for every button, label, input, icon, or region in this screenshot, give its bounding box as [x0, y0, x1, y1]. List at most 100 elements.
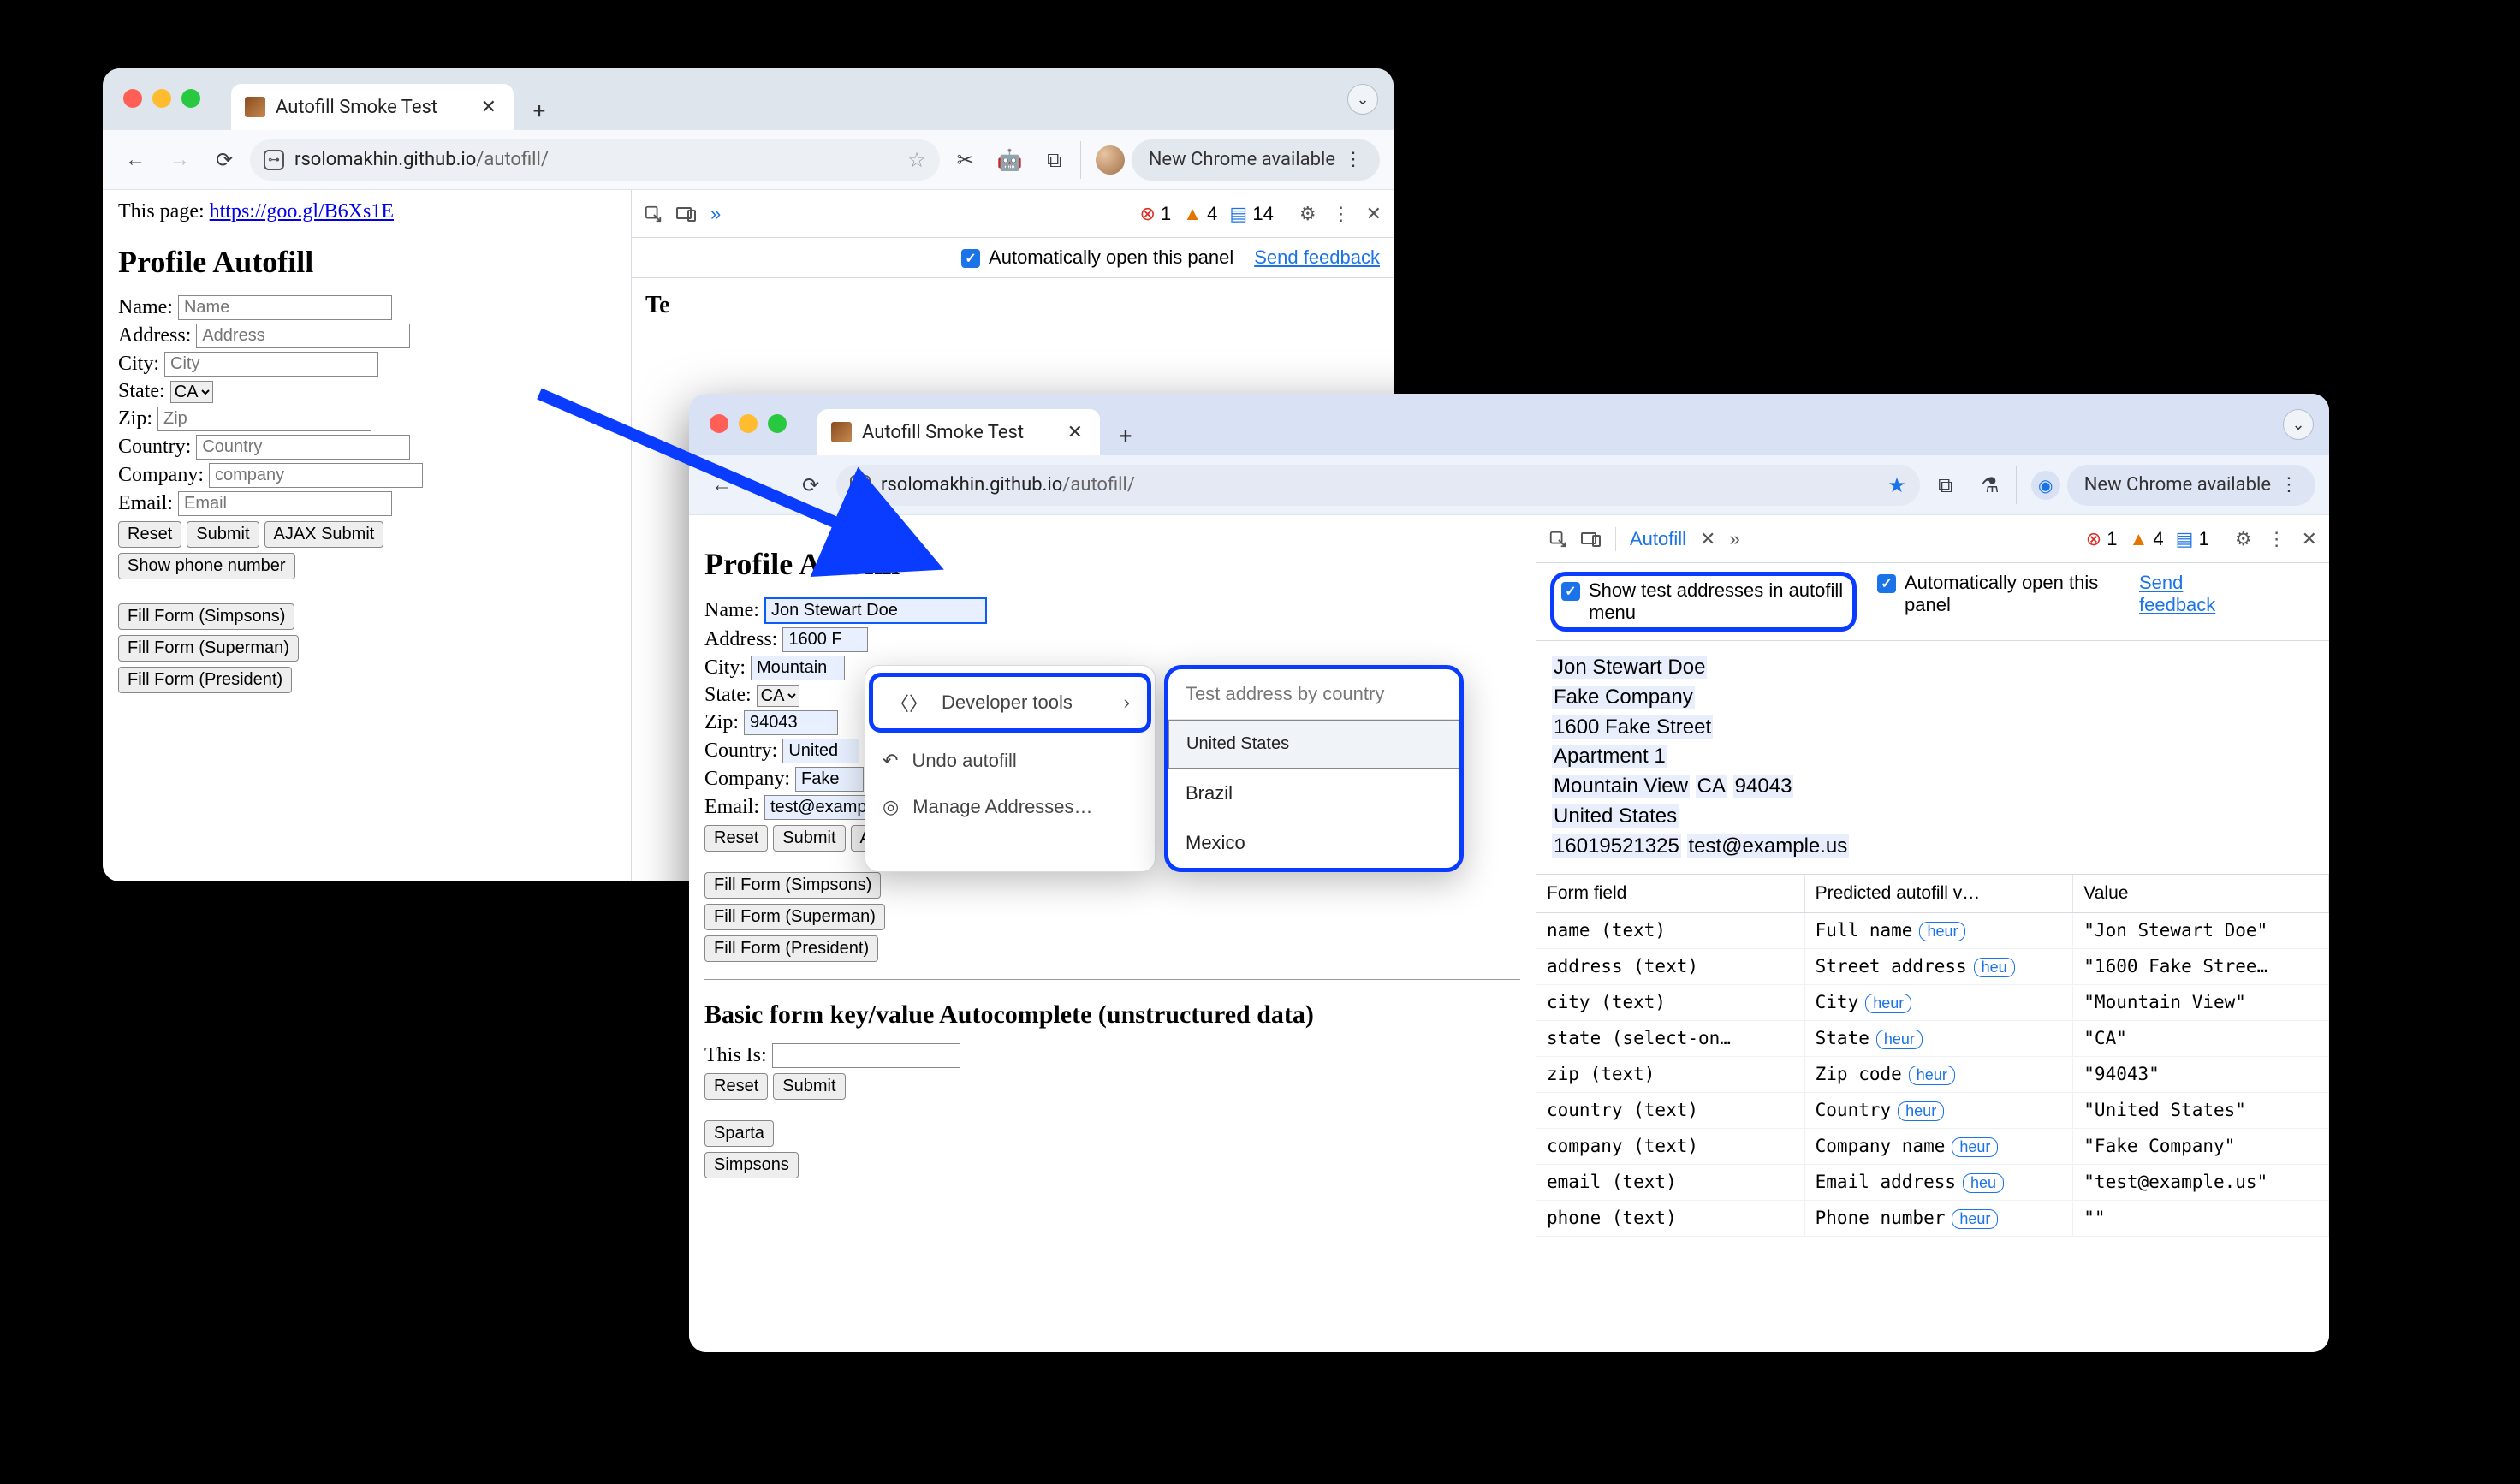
error-count[interactable]: ⊗ 1 — [1139, 203, 1171, 225]
back-button[interactable]: ← — [703, 466, 740, 504]
inspect-icon[interactable] — [1548, 530, 1567, 549]
tab-overflow-button[interactable]: ⌄ — [1347, 84, 1378, 115]
tab-overflow-button[interactable]: ⌄ — [2283, 409, 2314, 440]
fill-simpsons-button[interactable]: Fill Form (Simpsons) — [704, 872, 881, 899]
fill-president-button[interactable]: Fill Form (President) — [118, 667, 292, 693]
table-row[interactable]: address (text)Street addressheu"1600 Fak… — [1536, 949, 2329, 985]
bookmark-star-icon[interactable]: ☆ — [907, 148, 926, 172]
close-window-button[interactable] — [123, 89, 142, 108]
send-feedback-link[interactable]: Send feedback — [1254, 246, 1380, 269]
robot-icon[interactable]: 🤖 — [991, 141, 1029, 179]
minimize-window-button[interactable] — [152, 89, 171, 108]
address-bar[interactable]: ⊶ rsolomakhin.github.io/autofill/ ★ — [836, 465, 1920, 506]
checkbox-checked-icon[interactable]: ✓ — [961, 249, 980, 268]
state-select[interactable]: CA — [757, 685, 799, 707]
col-value[interactable]: Value — [2073, 875, 2329, 912]
sparta-button[interactable]: Sparta — [704, 1120, 774, 1147]
reload-button[interactable]: ⟳ — [205, 141, 243, 179]
name-input[interactable] — [764, 597, 987, 624]
settings-gear-icon[interactable]: ⚙ — [1299, 203, 1316, 225]
simpsons-button[interactable]: Simpsons — [704, 1152, 799, 1178]
close-window-button[interactable] — [710, 414, 728, 433]
table-row[interactable]: state (select-on…Stateheur"CA" — [1536, 1021, 2329, 1057]
maximize-window-button[interactable] — [181, 89, 200, 108]
devtools-close-icon[interactable]: ✕ — [2302, 528, 2317, 550]
fill-simpsons-button[interactable]: Fill Form (Simpsons) — [118, 603, 294, 630]
auto-open-checkbox-row[interactable]: ✓ Automatically open this panel — [961, 246, 1233, 269]
site-info-icon[interactable]: ⊶ — [850, 475, 871, 496]
zip-input[interactable] — [158, 407, 371, 431]
new-chrome-chip[interactable]: New Chrome available ⋮ — [2067, 465, 2315, 506]
labs-icon[interactable]: ⚗ — [1971, 466, 2009, 504]
reload-button[interactable]: ⟳ — [792, 466, 829, 504]
submenu-item-brazil[interactable]: Brazil — [1168, 769, 1459, 818]
devtools-close-icon[interactable]: ✕ — [1366, 203, 1382, 225]
this-page-link[interactable]: https://goo.gl/B6Xs1E — [210, 200, 394, 223]
company-input[interactable] — [209, 463, 423, 488]
submenu-item-mexico[interactable]: Mexico — [1168, 818, 1459, 868]
country-input[interactable] — [782, 739, 859, 763]
settings-gear-icon[interactable]: ⚙ — [2235, 528, 2252, 550]
show-test-addresses-checkbox[interactable]: ✓ Show test addresses in autofill menu — [1550, 572, 1857, 632]
autofill-tab[interactable]: Autofill — [1630, 528, 1686, 550]
new-tab-button[interactable]: + — [1107, 418, 1144, 455]
table-row[interactable]: email (text)Email addressheu"test@exampl… — [1536, 1165, 2329, 1201]
address-input[interactable] — [782, 627, 868, 652]
more-tabs-icon[interactable]: » — [1729, 528, 1739, 550]
close-tab-icon[interactable]: ✕ — [478, 97, 500, 118]
checkbox-checked-icon[interactable]: ✓ — [1561, 582, 1580, 601]
submit-button-2[interactable]: Submit — [773, 1073, 845, 1100]
table-row[interactable]: country (text)Countryheur"United States" — [1536, 1093, 2329, 1129]
extensions-icon[interactable]: ⧉ — [1036, 141, 1073, 179]
reset-button[interactable]: Reset — [118, 521, 181, 548]
back-button[interactable]: ← — [116, 141, 154, 179]
country-input[interactable] — [196, 435, 410, 460]
forward-button[interactable]: → — [161, 141, 199, 179]
devtools-kebab-icon[interactable]: ⋮ — [2267, 528, 2286, 550]
state-select[interactable]: CA — [170, 381, 213, 403]
forward-button[interactable]: → — [747, 466, 785, 504]
submit-button[interactable]: Submit — [773, 825, 845, 852]
address-input[interactable] — [196, 324, 410, 348]
show-phone-button[interactable]: Show phone number — [118, 553, 295, 579]
fill-president-button[interactable]: Fill Form (President) — [704, 935, 878, 962]
profile-avatar[interactable] — [1096, 145, 1125, 175]
bookmark-star-icon[interactable]: ★ — [1887, 473, 1906, 497]
ctx-manage-addresses[interactable]: ◎ Manage Addresses… — [865, 784, 1155, 830]
minimize-window-button[interactable] — [739, 414, 758, 433]
inspect-icon[interactable] — [644, 205, 663, 223]
zip-input[interactable] — [744, 710, 838, 735]
maximize-window-button[interactable] — [768, 414, 787, 433]
device-toolbar-icon[interactable] — [676, 205, 697, 223]
extensions-icon[interactable]: ⧉ — [1927, 466, 1964, 504]
table-row[interactable]: zip (text)Zip codeheur"94043" — [1536, 1057, 2329, 1093]
ctx-developer-tools[interactable]: 〈〉 Developer tools › — [869, 673, 1151, 733]
devtools-kebab-icon[interactable]: ⋮ — [1332, 203, 1351, 225]
ctx-undo-autofill[interactable]: ↶ Undo autofill — [865, 738, 1155, 784]
profile-avatar[interactable]: ◉ — [2031, 471, 2060, 500]
browser-tab[interactable]: Autofill Smoke Test ✕ — [231, 84, 514, 130]
ajax-submit-button[interactable]: AJAX Submit — [264, 521, 384, 548]
submenu-item-us[interactable]: United States — [1168, 720, 1459, 769]
company-input[interactable] — [795, 767, 864, 792]
new-chrome-chip[interactable]: New Chrome available ⋮ — [1132, 139, 1380, 181]
send-feedback-link[interactable]: Send feedback — [2139, 572, 2250, 616]
city-input[interactable] — [751, 656, 845, 680]
reset-button-2[interactable]: Reset — [704, 1073, 768, 1100]
device-toolbar-icon[interactable] — [1581, 531, 1602, 548]
table-row[interactable]: name (text)Full nameheur"Jon Stewart Doe… — [1536, 913, 2329, 949]
warning-count[interactable]: ▲ 4 — [1183, 203, 1217, 225]
fill-superman-button[interactable]: Fill Form (Superman) — [118, 635, 299, 662]
table-row[interactable]: city (text)Cityheur"Mountain View" — [1536, 985, 2329, 1021]
auto-open-checkbox-row[interactable]: ✓ Automatically open this panel — [1877, 572, 2119, 616]
checkbox-checked-icon[interactable]: ✓ — [1877, 574, 1896, 593]
site-info-icon[interactable]: ⊶ — [264, 150, 284, 170]
address-bar[interactable]: ⊶ rsolomakhin.github.io/autofill/ ☆ — [250, 139, 940, 181]
warning-count[interactable]: ▲ 4 — [2130, 528, 2164, 550]
error-count[interactable]: ⊗ 1 — [2086, 528, 2118, 550]
table-row[interactable]: phone (text)Phone numberheur"" — [1536, 1201, 2329, 1237]
scissors-icon[interactable]: ✂ — [947, 141, 984, 179]
more-tabs-icon[interactable]: » — [710, 203, 721, 225]
email-input[interactable] — [178, 491, 392, 516]
reset-button[interactable]: Reset — [704, 825, 768, 852]
